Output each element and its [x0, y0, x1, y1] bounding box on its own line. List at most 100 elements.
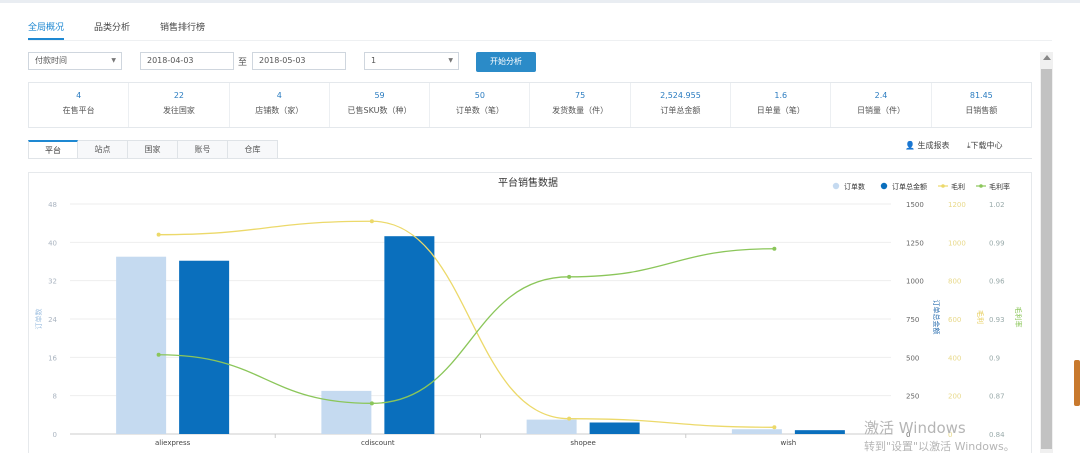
- generate-report-button[interactable]: 👤 生成报表: [905, 140, 950, 151]
- y-tick-label: 1000: [948, 239, 966, 247]
- generate-report-label: 生成报表: [917, 141, 950, 150]
- stat-value: 50: [474, 91, 485, 100]
- y-tick-label: 32: [48, 278, 57, 286]
- line-margin-point: [772, 246, 777, 251]
- legend-marker: [979, 184, 983, 188]
- x-tick-label: aliexpress: [155, 439, 191, 447]
- bar-total-amount: [384, 236, 435, 434]
- y-tick-label: 1200: [948, 201, 966, 209]
- date-from-input[interactable]: 2018-04-03: [140, 52, 234, 70]
- line-margin-point: [369, 401, 374, 406]
- stat-value: 2.4: [874, 91, 888, 100]
- option-select[interactable]: 1 ▼: [364, 52, 459, 70]
- stat-daily-sales: 81.45 日销售额: [932, 83, 1031, 127]
- user-icon: 👤: [905, 141, 915, 150]
- y-tick-label: 0.87: [989, 393, 1005, 401]
- stat-total-amount: 2,524.955 订单总金额: [631, 83, 732, 127]
- start-analysis-button[interactable]: 开始分析: [476, 52, 536, 72]
- subtab-account[interactable]: 账号: [178, 140, 228, 159]
- scroll-up-icon[interactable]: [1043, 55, 1051, 60]
- stat-shipped: 75 发货数量（件）: [530, 83, 631, 127]
- tab-overview[interactable]: 全局概况: [28, 18, 65, 40]
- stat-value: 4: [276, 91, 282, 100]
- line-margin-point: [567, 274, 572, 279]
- stat-value: 81.45: [969, 91, 993, 100]
- stat-shops: 4 店铺数（家）: [230, 83, 330, 127]
- y-tick-label: 40: [48, 239, 57, 247]
- x-tick-label: shopee: [570, 439, 595, 447]
- y-tick-label: 0.96: [989, 278, 1005, 286]
- y-tick-label: 600: [948, 316, 961, 324]
- y-axis-label: 毛利: [976, 310, 985, 324]
- stat-value: 75: [575, 91, 586, 100]
- watermark-title: 激活 Windows: [864, 419, 966, 437]
- bar-total-amount: [589, 422, 640, 434]
- y-tick-label: 250: [906, 393, 919, 401]
- x-tick-label: cdiscount: [361, 439, 395, 447]
- stat-platforms: 4 在售平台: [29, 83, 130, 127]
- y-tick-label: 200: [948, 393, 961, 401]
- stat-label: 发往国家: [162, 106, 195, 115]
- chevron-down-icon: ▼: [448, 57, 453, 64]
- line-margin: [158, 248, 775, 404]
- stat-value: 1.6: [774, 91, 788, 100]
- x-tick-label: wish: [780, 439, 796, 447]
- y-tick-label: 0.93: [989, 316, 1005, 324]
- bar-total-amount: [794, 430, 845, 434]
- time-type-value: 付款时间: [35, 56, 67, 65]
- y-tick-label: 500: [906, 354, 919, 362]
- bar-orders: [526, 419, 577, 434]
- stat-label: 订单数（笔）: [455, 106, 504, 115]
- scrollbar[interactable]: [1040, 52, 1053, 453]
- top-border: [0, 0, 1080, 3]
- scrollbar-thumb[interactable]: [1041, 69, 1052, 449]
- stat-countries: 22 发往国家: [129, 83, 230, 127]
- y-tick-label: 1500: [906, 201, 924, 209]
- stat-label: 日销量（件）: [857, 106, 906, 115]
- y-tick-label: 1000: [906, 278, 924, 286]
- y-tick-label: 400: [948, 354, 961, 362]
- date-to-label: 至: [238, 58, 248, 68]
- chevron-down-icon: ▼: [111, 57, 116, 64]
- legend-label: 毛利: [951, 182, 965, 191]
- stat-label: 在售平台: [62, 106, 95, 115]
- stat-label: 日单量（笔）: [756, 106, 805, 115]
- stat-value: 4: [76, 91, 82, 100]
- y-axis-label: 订单总金额: [932, 300, 941, 335]
- platform-sales-chart: 平台销售数据 订单数 订单总金额 毛利 毛利率081624324048订单数025050…: [34, 176, 1023, 447]
- side-handle[interactable]: [1074, 360, 1080, 406]
- bar-total-amount: [179, 260, 230, 434]
- line-profit-point: [156, 232, 161, 237]
- subtab-warehouse[interactable]: 仓库: [228, 140, 278, 159]
- legend-label: 毛利率: [989, 182, 1010, 191]
- stat-label: 日销售额: [965, 106, 998, 115]
- subtab-platform[interactable]: 平台: [28, 140, 78, 159]
- chart-title: 平台销售数据: [498, 176, 558, 189]
- legend-marker: [941, 184, 945, 188]
- y-tick-label: 0.9: [989, 354, 1000, 362]
- legend-label: 订单数: [844, 182, 865, 191]
- tab-category-analysis[interactable]: 品类分析: [94, 18, 130, 40]
- sub-tabs: 平台 站点 国家 账号 仓库: [28, 140, 278, 159]
- line-margin-point: [156, 352, 161, 357]
- legend-marker: [832, 182, 840, 190]
- stat-label: 店铺数（家）: [255, 106, 304, 115]
- time-type-select[interactable]: 付款时间 ▼: [28, 52, 122, 70]
- y-tick-label: 1.02: [989, 201, 1005, 209]
- stat-orders: 50 订单数（笔）: [430, 83, 531, 127]
- subtab-site[interactable]: 站点: [78, 140, 128, 159]
- legend-label: 订单总金额: [892, 182, 927, 191]
- stat-label: 发货数量（件）: [552, 106, 609, 115]
- date-to-input[interactable]: 2018-05-03: [252, 52, 346, 70]
- bar-orders: [731, 429, 782, 434]
- bar-orders: [321, 390, 372, 434]
- line-profit-point: [567, 416, 572, 421]
- y-tick-label: 750: [906, 316, 919, 324]
- tab-sales-ranking[interactable]: 销售排行榜: [160, 18, 205, 40]
- y-tick-label: 1250: [906, 239, 924, 247]
- top-tabs: 全局概况 品类分析 销售排行榜: [28, 18, 235, 40]
- subtab-country[interactable]: 国家: [128, 140, 178, 159]
- line-profit: [158, 220, 775, 428]
- download-center-button[interactable]: ⤓下载中心: [967, 140, 1003, 151]
- stat-daily-volume: 2.4 日销量（件）: [831, 83, 932, 127]
